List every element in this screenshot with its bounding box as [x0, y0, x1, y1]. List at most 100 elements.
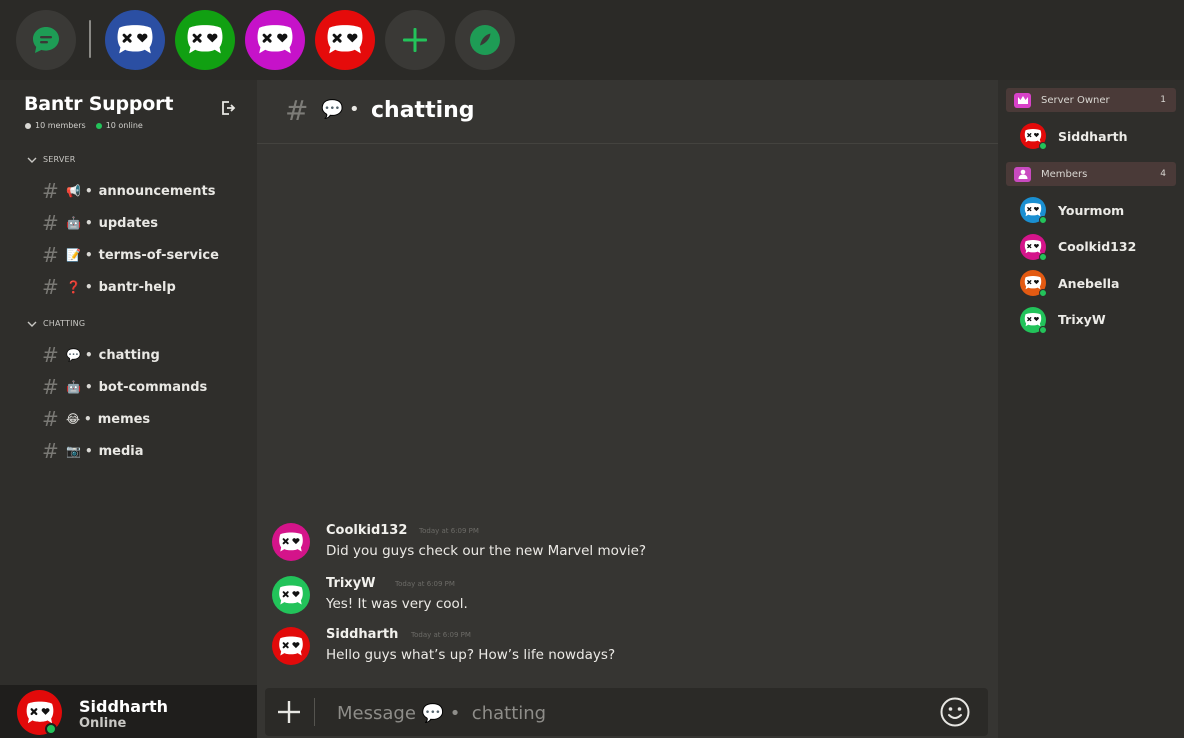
member-yourmom[interactable]: Yourmom — [1020, 195, 1180, 225]
plus-icon — [403, 28, 427, 52]
channel-emoji: 🤖 — [66, 216, 81, 230]
message-avatar[interactable] — [272, 576, 310, 614]
member-avatar — [1020, 270, 1047, 297]
member-trixyw[interactable]: TrixyW — [1020, 305, 1180, 335]
message-text: Yes! It was very cool. — [326, 596, 468, 612]
explore-button[interactable] — [455, 10, 515, 70]
channel-updates[interactable]: # 🤖 • updates — [42, 211, 158, 235]
member-coolkid132[interactable]: Coolkid132 — [1020, 232, 1180, 262]
channel-bullet: • — [84, 412, 92, 426]
message-input[interactable] — [337, 699, 897, 727]
members-sidebar: Server Owner 1 Siddharth Members 4 Yourm… — [998, 80, 1184, 738]
hash-icon: # — [42, 211, 59, 235]
channel-bullet: • — [84, 184, 93, 198]
crown-icon — [1014, 92, 1031, 108]
channel-bullet: • — [84, 280, 93, 294]
leave-server-icon[interactable] — [220, 100, 236, 116]
user-name: Siddharth — [79, 697, 169, 716]
member-anebella[interactable]: Anebella — [1020, 268, 1180, 298]
channel-memes[interactable]: # 😂 • memes — [42, 407, 150, 431]
user-status-text: Online — [79, 716, 127, 731]
channel-media[interactable]: # 📷 • media — [42, 439, 144, 463]
compass-icon — [470, 25, 500, 55]
home-button[interactable] — [16, 10, 76, 70]
online-status-dot — [1039, 216, 1047, 224]
message-author[interactable]: Coolkid132 — [326, 523, 407, 538]
bantr-face-icon — [279, 584, 303, 605]
channel-bot-commands[interactable]: # 🤖 • bot-commands — [42, 375, 207, 399]
category-chatting[interactable]: CHATTING — [27, 319, 85, 328]
hash-icon: # — [42, 243, 59, 267]
server-red-button[interactable] — [315, 10, 375, 70]
member-siddharth[interactable]: Siddharth — [1020, 121, 1180, 151]
channel-bullet: • — [84, 348, 93, 362]
message-author[interactable]: Siddharth — [326, 627, 398, 642]
member-name: Siddharth — [1058, 128, 1128, 144]
member-avatar — [1020, 123, 1047, 150]
message-avatar[interactable] — [272, 627, 310, 665]
channel-chatting[interactable]: # 💬 • chatting — [42, 343, 160, 367]
channel-name: chatting — [98, 347, 160, 363]
hash-icon: # — [42, 343, 59, 367]
members-dot — [25, 122, 31, 129]
channel-sidebar: Bantr Support 10 members 10 online SERVE… — [0, 80, 257, 685]
role-label-owner: Server Owner — [1041, 94, 1110, 106]
bantr-face-icon — [257, 25, 293, 54]
member-avatar — [1020, 233, 1047, 261]
channel-name: terms-of-service — [98, 247, 219, 263]
server-bar — [0, 0, 1184, 80]
server-purple-button[interactable] — [245, 10, 305, 70]
server-name[interactable]: Bantr Support — [24, 93, 173, 115]
emoji-picker-icon[interactable] — [939, 696, 971, 728]
channel-name: bantr-help — [98, 279, 176, 295]
message-composer — [265, 688, 988, 736]
online-dot — [95, 122, 102, 129]
channel-bullet: • — [84, 380, 93, 394]
channel-bullet: • — [84, 444, 93, 458]
member-avatar — [1020, 197, 1047, 224]
online-status-dot — [1039, 252, 1047, 261]
channel-announcements[interactable]: # 📢 • announcements — [42, 179, 215, 203]
channel-emoji: ❓ — [66, 280, 81, 294]
channel-title: chatting — [371, 98, 475, 123]
message-text: Did you guys check our the new Marvel mo… — [326, 543, 647, 559]
bantr-face-icon — [279, 531, 303, 552]
member-name: TrixyW — [1058, 312, 1106, 327]
message-item: TrixyW Today at 6:09 PM Yes! It was very… — [272, 576, 972, 620]
bantr-face-icon — [117, 25, 153, 54]
member-name: Yourmom — [1058, 202, 1125, 218]
server-green-button[interactable] — [175, 10, 235, 70]
chat-bubble-icon — [33, 27, 59, 53]
message-author[interactable]: TrixyW — [326, 576, 376, 591]
channel-bullet: • — [349, 99, 360, 120]
channel-hash-icon: # — [285, 94, 309, 127]
channel-emoji: 📷 — [66, 444, 81, 458]
message-avatar[interactable] — [272, 523, 310, 561]
message-item: Coolkid132 Today at 6:09 PM Did you guys… — [272, 523, 972, 567]
hash-icon: # — [42, 179, 59, 203]
server-bar-divider — [89, 20, 91, 58]
channel-emoji: 😂 — [66, 412, 81, 426]
person-icon — [1014, 166, 1031, 182]
attach-plus-icon[interactable] — [275, 698, 303, 726]
online-count: 10 online — [105, 121, 143, 130]
channel-emoji: 📝 — [66, 248, 81, 262]
channel-emoji: 🤖 — [66, 380, 81, 394]
channel-name: announcements — [98, 183, 216, 199]
hash-icon: # — [42, 375, 59, 399]
channel-terms-of-service[interactable]: # 📝 • terms-of-service — [42, 243, 219, 267]
channel-emoji: 💬 — [66, 348, 81, 362]
server-blue-button[interactable] — [105, 10, 165, 70]
members-count: 10 members — [35, 121, 86, 130]
user-panel: Siddharth Online — [0, 685, 257, 738]
category-server[interactable]: SERVER — [27, 155, 76, 164]
online-status-dot — [1039, 142, 1047, 150]
role-label-members: Members — [1041, 168, 1088, 180]
member-name: Anebella — [1058, 275, 1120, 291]
channel-bantr-help[interactable]: # ❓ • bantr-help — [42, 275, 176, 299]
channel-name: memes — [97, 411, 151, 427]
add-server-button[interactable] — [385, 10, 445, 70]
role-count-owner: 1 — [1160, 95, 1166, 105]
chevron-down-icon — [27, 157, 37, 163]
channel-emoji: 💬 — [321, 99, 344, 120]
